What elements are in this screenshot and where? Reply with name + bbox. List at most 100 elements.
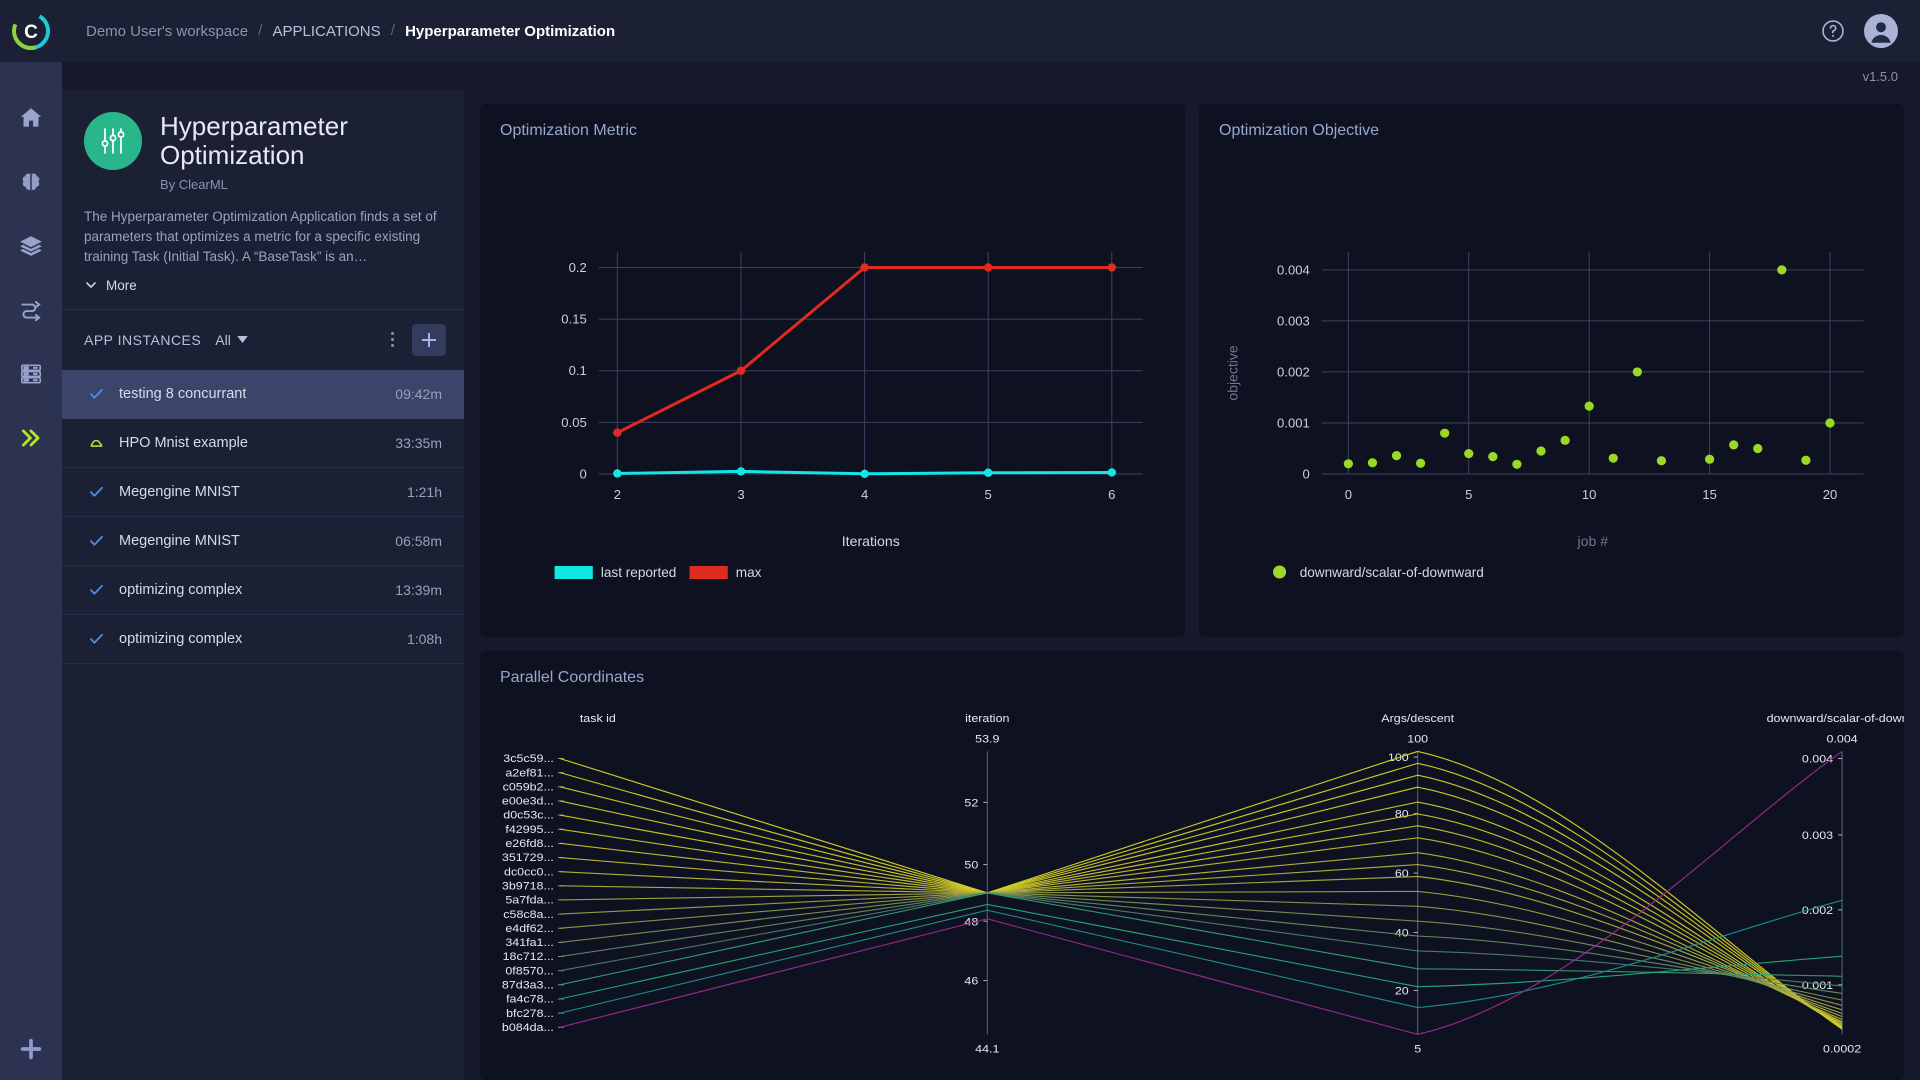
list-item-time: 33:35m bbox=[395, 434, 442, 451]
instances-header: APP INSTANCES All bbox=[62, 310, 464, 370]
svg-text:0.002: 0.002 bbox=[1277, 364, 1310, 379]
sidebar-item-workers[interactable] bbox=[0, 342, 62, 406]
svg-text:0.003: 0.003 bbox=[1802, 828, 1834, 841]
list-item-label: testing 8 concurrant bbox=[119, 385, 247, 402]
add-instance-button[interactable] bbox=[412, 323, 446, 356]
svg-text:46: 46 bbox=[964, 974, 978, 987]
check-icon bbox=[90, 535, 103, 546]
svg-text:20: 20 bbox=[1395, 984, 1409, 997]
more-toggle[interactable]: More bbox=[84, 278, 440, 293]
svg-text:15: 15 bbox=[1702, 487, 1717, 502]
instances-title: APP INSTANCES bbox=[84, 331, 202, 348]
instances-filter-select[interactable]: All bbox=[215, 332, 248, 348]
app-author: By ClearML bbox=[160, 176, 228, 192]
app-info-card: Hyperparameter Optimization By ClearML T… bbox=[62, 90, 464, 310]
svg-text:c059b2...: c059b2... bbox=[503, 780, 554, 793]
left-panel: Hyperparameter Optimization By ClearML T… bbox=[62, 90, 464, 1080]
svg-text:4: 4 bbox=[861, 487, 868, 502]
svg-text:e26fd8...: e26fd8... bbox=[505, 837, 554, 850]
svg-text:0: 0 bbox=[1303, 467, 1310, 482]
list-item[interactable]: Megengine MNIST 06:58m bbox=[62, 517, 464, 566]
svg-text:e00e3d...: e00e3d... bbox=[502, 794, 554, 807]
slack-icon[interactable] bbox=[0, 1036, 62, 1062]
svg-text:Iterations: Iterations bbox=[842, 533, 900, 549]
parallel-coordinates-chart[interactable]: task id iteration 53.9 44.1 52 50 48 46 Args/des… bbox=[480, 651, 1904, 1080]
svg-text:10: 10 bbox=[1582, 487, 1597, 502]
sidebar-item-projects[interactable] bbox=[0, 150, 62, 214]
app-info-text: Hyperparameter Optimization By ClearML bbox=[160, 111, 440, 192]
instances-list: testing 8 concurrant 09:42m HPO Mnist ex… bbox=[62, 369, 464, 1080]
svg-text:0.1: 0.1 bbox=[569, 363, 587, 378]
svg-text:0.001: 0.001 bbox=[1277, 416, 1310, 431]
svg-text:d0c53c...: d0c53c... bbox=[503, 808, 554, 821]
svg-text:5: 5 bbox=[985, 487, 992, 502]
check-icon bbox=[90, 633, 103, 644]
list-item[interactable]: HPO Mnist example 33:35m bbox=[62, 419, 464, 468]
svg-text:last reported: last reported bbox=[601, 565, 676, 580]
svg-text:dc0cc0...: dc0cc0... bbox=[504, 865, 554, 878]
version-bar: v1.5.0 bbox=[62, 62, 1920, 90]
dashboard: Optimization Metric 0 0.05 0.1 0.15 0.2 2 3 4 5 6… bbox=[464, 90, 1920, 1080]
plus-icon bbox=[422, 332, 436, 347]
svg-text:0.004: 0.004 bbox=[1802, 752, 1834, 765]
list-item[interactable]: Megengine MNIST 1:21h bbox=[62, 468, 464, 517]
svg-text:20: 20 bbox=[1823, 487, 1838, 502]
sidebar-item-datasets[interactable] bbox=[0, 214, 62, 278]
optimization-objective-chart[interactable]: 0 0.001 0.002 0.003 0.004 0 5 10 15 20 job # object… bbox=[1199, 104, 1904, 637]
chevron-down-icon bbox=[86, 282, 96, 288]
list-item[interactable]: optimizing complex 1:08h bbox=[62, 615, 464, 664]
list-item[interactable]: optimizing complex 13:39m bbox=[62, 566, 464, 615]
question-circle-icon[interactable] bbox=[1820, 18, 1846, 44]
svg-text:downward/scalar-of-downward: downward/scalar-of-downward bbox=[1300, 565, 1484, 580]
svg-text:max: max bbox=[736, 565, 762, 580]
svg-text:fa4c78...: fa4c78... bbox=[506, 992, 554, 1005]
sidebar-item-pipelines[interactable] bbox=[0, 278, 62, 342]
kebab-menu-icon[interactable] bbox=[382, 327, 402, 353]
svg-text:5: 5 bbox=[1465, 487, 1472, 502]
svg-text:3: 3 bbox=[737, 487, 744, 502]
page-body: Hyperparameter Optimization By ClearML T… bbox=[62, 90, 1920, 1080]
optimization-metric-chart[interactable]: 0 0.05 0.1 0.15 0.2 2 3 4 5 6 Iterations last repor… bbox=[480, 104, 1185, 637]
breadcrumb-separator: / bbox=[390, 22, 396, 39]
top-bar: Demo User's workspace / APPLICATIONS / H… bbox=[62, 0, 1920, 62]
svg-text:351729...: 351729... bbox=[502, 851, 554, 864]
svg-text:6: 6 bbox=[1108, 487, 1115, 502]
breadcrumb-separator: / bbox=[258, 22, 263, 39]
list-item-label: HPO Mnist example bbox=[119, 434, 248, 451]
sidebar-item-home[interactable] bbox=[0, 86, 62, 150]
list-item-label: optimizing complex bbox=[119, 581, 243, 598]
svg-text:objective: objective bbox=[1224, 345, 1240, 400]
breadcrumb-workspace[interactable]: Demo User's workspace bbox=[86, 23, 248, 40]
app-root: C Demo User's workspace / APPLICATIONS /… bbox=[0, 0, 1920, 1080]
instances-filter-value: All bbox=[215, 331, 231, 348]
svg-text:0.004: 0.004 bbox=[1277, 262, 1310, 277]
sidebar-item-applications[interactable] bbox=[0, 406, 62, 470]
svg-text:52: 52 bbox=[964, 796, 978, 809]
svg-text:60: 60 bbox=[1395, 867, 1409, 880]
list-item-label: optimizing complex bbox=[119, 630, 243, 647]
caret-down-icon bbox=[237, 336, 248, 343]
app-description: The Hyperparameter Optimization Applicat… bbox=[84, 208, 437, 265]
right-column: Demo User's workspace / APPLICATIONS / H… bbox=[62, 0, 1920, 1080]
optimization-objective-card: Optimization Objective 0 0.001 0.002 0.003 0… bbox=[1199, 104, 1904, 637]
more-label: More bbox=[106, 277, 137, 293]
svg-text:100: 100 bbox=[1407, 732, 1428, 745]
rail-items bbox=[0, 86, 62, 470]
svg-text:C: C bbox=[24, 22, 38, 43]
svg-text:80: 80 bbox=[1395, 807, 1409, 820]
breadcrumb-applications[interactable]: APPLICATIONS bbox=[273, 23, 381, 40]
charts-row: Optimization Metric 0 0.05 0.1 0.15 0.2 2 3 4 5 6… bbox=[480, 104, 1904, 637]
svg-text:341fa1...: 341fa1... bbox=[505, 936, 554, 949]
svg-text:87d3a3...: 87d3a3... bbox=[502, 978, 554, 991]
svg-text:0.0002: 0.0002 bbox=[1823, 1042, 1861, 1055]
user-avatar-icon[interactable] bbox=[1864, 14, 1898, 48]
list-item[interactable]: testing 8 concurrant 09:42m bbox=[62, 369, 464, 419]
list-item-time: 1:08h bbox=[406, 630, 442, 647]
svg-text:0: 0 bbox=[1345, 487, 1352, 502]
check-icon bbox=[90, 584, 103, 595]
svg-text:job #: job # bbox=[1577, 533, 1609, 549]
clearml-logo-icon[interactable]: C bbox=[0, 0, 62, 62]
list-item-label: Megengine MNIST bbox=[119, 532, 240, 549]
cloud-icon bbox=[90, 439, 103, 447]
check-icon bbox=[90, 486, 103, 497]
